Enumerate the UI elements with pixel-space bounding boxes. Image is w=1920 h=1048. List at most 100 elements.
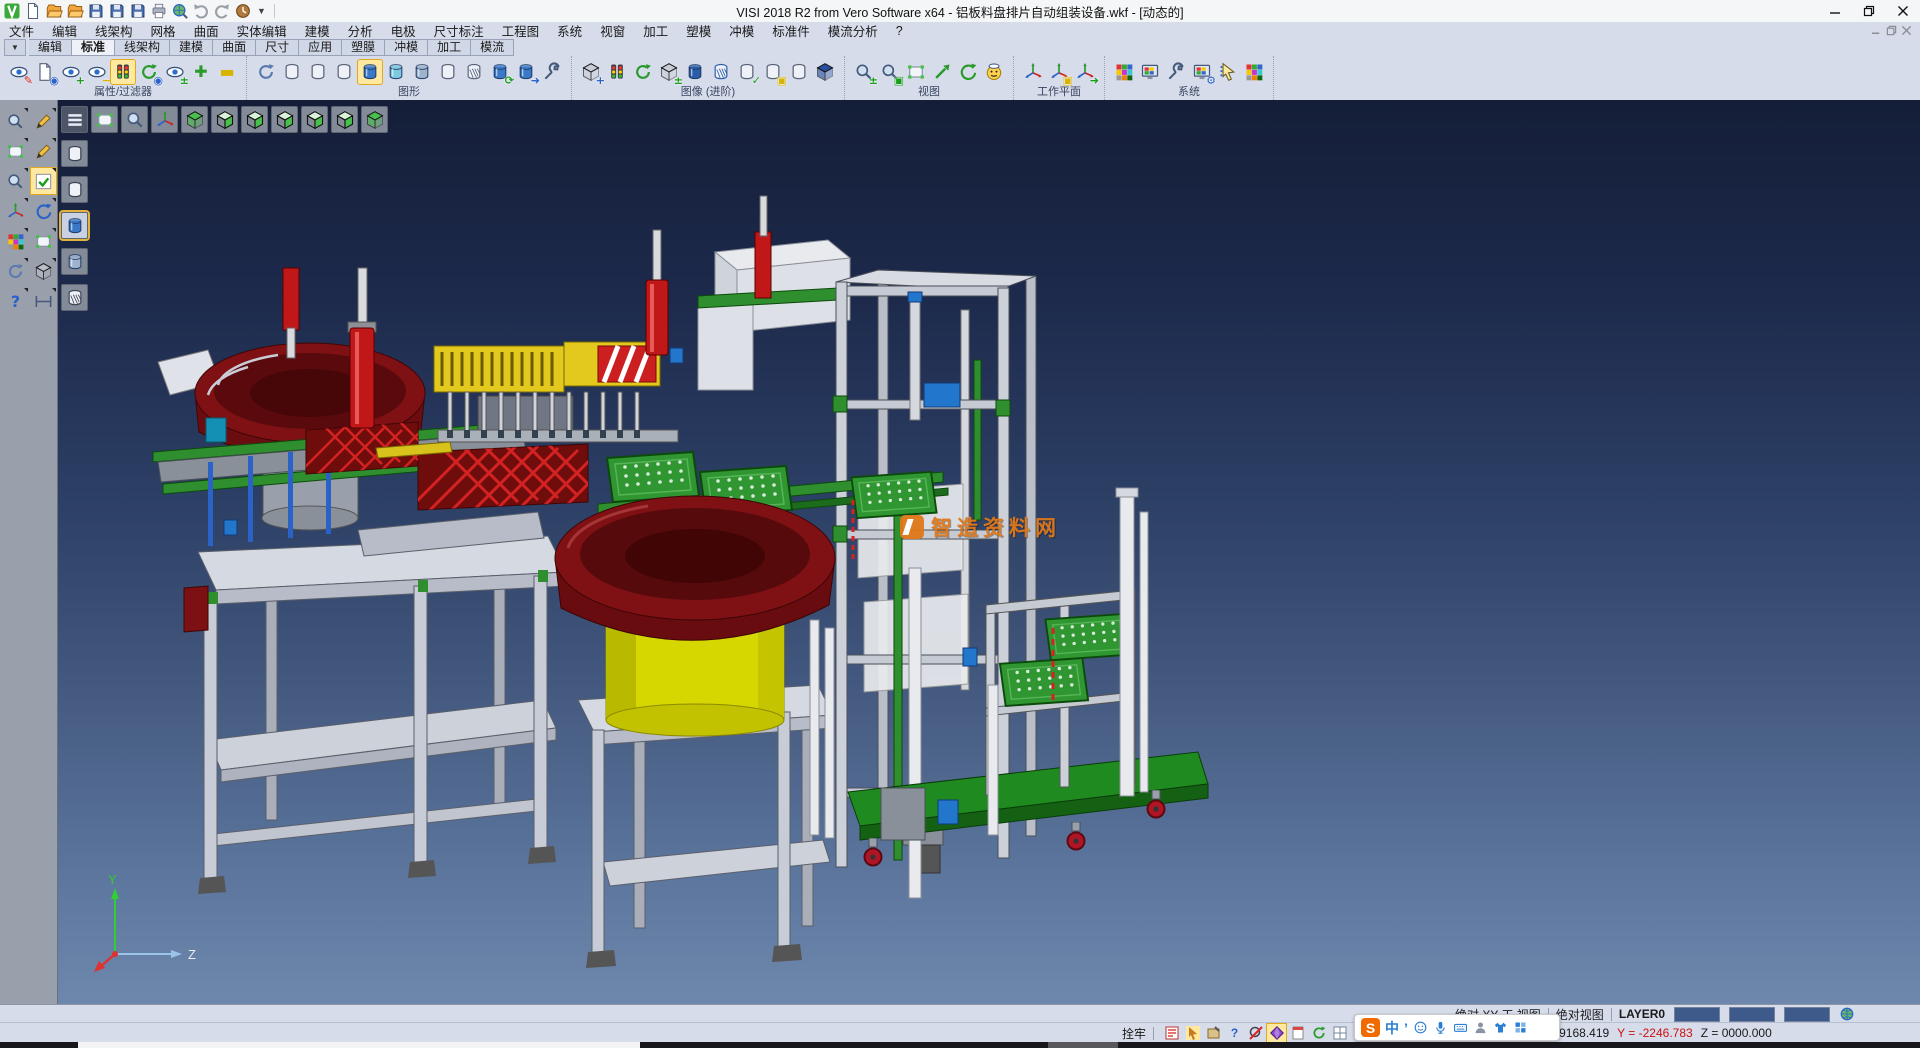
cplane-axes-icon[interactable] <box>3 198 28 224</box>
print-preview-icon[interactable] <box>171 2 189 20</box>
zoom-dynamic-icon[interactable]: ± <box>852 60 876 84</box>
solid-cube-icon[interactable] <box>813 60 837 84</box>
save-as-icon[interactable] <box>108 2 126 20</box>
solid-shaded-icon[interactable] <box>683 60 707 84</box>
regenerate-icon[interactable] <box>3 258 28 284</box>
menu-analysis[interactable]: 分析 <box>339 22 382 39</box>
solid-striped-icon[interactable] <box>709 60 733 84</box>
show-add-icon[interactable]: + <box>59 60 83 84</box>
shaded-cylinder-icon[interactable] <box>358 60 382 84</box>
gem-mode-icon[interactable] <box>1267 1024 1286 1042</box>
spline-tool-icon[interactable] <box>31 198 56 224</box>
tab-mould[interactable]: 塑膜 <box>342 39 385 56</box>
solid-verify-icon[interactable]: ✓ <box>735 60 759 84</box>
sogou-logo-icon[interactable]: S <box>1361 1018 1380 1037</box>
snap-lock-label[interactable]: 拴牢 <box>1122 1025 1146 1042</box>
no-snap-icon[interactable] <box>1246 1024 1265 1042</box>
settings-table-icon[interactable]: ⚙ <box>1190 60 1214 84</box>
menu-modeling[interactable]: 建模 <box>296 22 339 39</box>
render-wireframe-icon[interactable] <box>61 140 88 167</box>
pick-filter-icon[interactable] <box>1183 1024 1202 1042</box>
view-top-icon[interactable] <box>211 106 238 133</box>
tab-edit[interactable]: 编辑 <box>29 39 72 56</box>
ime-punctuation[interactable]: ’ <box>1404 1020 1408 1036</box>
menu-solid-edit[interactable]: 实体编辑 <box>228 22 296 39</box>
grid-status-icon[interactable] <box>1330 1024 1349 1042</box>
menu-standard-parts[interactable]: 标准件 <box>763 22 819 39</box>
dashed-hidden-cylinder-icon[interactable] <box>332 60 356 84</box>
help-status-icon[interactable]: ? <box>1225 1024 1244 1042</box>
cube-filter-icon[interactable] <box>605 60 629 84</box>
view-mode-label[interactable]: 绝对视图 <box>1556 1006 1604 1023</box>
menu-wireframe[interactable]: 线架构 <box>86 22 142 39</box>
rotate-view-icon[interactable] <box>956 60 980 84</box>
tab-machining[interactable]: 加工 <box>428 39 471 56</box>
layer-color-swatch[interactable] <box>1674 1007 1720 1022</box>
hidden-line-cylinder-icon[interactable] <box>306 60 330 84</box>
menu-drawing[interactable]: 工程图 <box>493 22 549 39</box>
toolbar-options-caret[interactable]: ▼ <box>255 6 268 16</box>
ime-layout-icon[interactable] <box>1513 1020 1528 1035</box>
view-back-icon[interactable] <box>331 106 358 133</box>
ime-chinese-mode[interactable]: 中 <box>1385 1018 1399 1038</box>
mdi-close-button[interactable] <box>1901 25 1912 36</box>
menu-edit[interactable]: 编辑 <box>43 22 86 39</box>
menu-mesh[interactable]: 网格 <box>142 22 185 39</box>
perspective-eye-icon[interactable] <box>982 60 1006 84</box>
display-settings-icon[interactable] <box>1138 60 1162 84</box>
refresh-status-icon[interactable] <box>1309 1024 1328 1042</box>
tab-overflow-button[interactable]: ▼ <box>4 39 26 56</box>
ime-emoji-icon[interactable] <box>1413 1020 1428 1035</box>
world-globe-icon[interactable] <box>1837 1005 1856 1023</box>
regen-cylinder-icon[interactable]: ⟳ <box>488 60 512 84</box>
view-front-icon[interactable] <box>241 106 268 133</box>
ime-keyboard-icon[interactable] <box>1453 1020 1468 1035</box>
hatched-cylinder-icon[interactable] <box>462 60 486 84</box>
viewport-3d[interactable]: 智造资料网 Y Z <box>58 100 1920 1004</box>
flat-cylinder-icon[interactable] <box>436 60 460 84</box>
undo-icon[interactable] <box>192 2 210 20</box>
view-bottom-icon[interactable] <box>361 106 388 133</box>
open-file-icon[interactable] <box>45 2 63 20</box>
active-layer-label[interactable]: LAYER0 <box>1619 1007 1665 1021</box>
color-palette-icon[interactable] <box>1112 60 1136 84</box>
menu-surface[interactable]: 曲面 <box>185 22 228 39</box>
new-file-icon[interactable] <box>24 2 42 20</box>
zoom-window-icon[interactable]: ▣ <box>878 60 902 84</box>
selection-hand-icon[interactable] <box>1216 60 1240 84</box>
view-left-icon[interactable] <box>301 106 328 133</box>
restore-button[interactable] <box>1852 0 1886 22</box>
cube-refresh-icon[interactable] <box>631 60 655 84</box>
menu-mould[interactable]: 塑模 <box>677 22 720 39</box>
menu-machining[interactable]: 加工 <box>634 22 677 39</box>
view-isometric-icon[interactable] <box>181 106 208 133</box>
edit-box-icon[interactable] <box>1204 1024 1223 1042</box>
export-icon[interactable] <box>129 2 147 20</box>
cube-add-icon[interactable]: + <box>579 60 603 84</box>
wireframe-cylinder-icon[interactable] <box>280 60 304 84</box>
toggle-visibility-icon[interactable]: ± <box>163 60 187 84</box>
workplane-align-icon[interactable]: ▣ <box>1047 60 1071 84</box>
ime-voice-icon[interactable] <box>1433 1020 1448 1035</box>
sketch-pencil-icon[interactable] <box>31 108 56 134</box>
mdi-restore-button[interactable] <box>1886 25 1897 36</box>
render-hidden-line-icon[interactable] <box>61 176 88 203</box>
grid-panel-icon[interactable] <box>1242 60 1266 84</box>
macro-history-icon[interactable] <box>234 2 252 20</box>
tab-standard[interactable]: 标准 <box>72 39 115 56</box>
menu-file[interactable]: 文件 <box>0 22 43 39</box>
solid-box-icon[interactable] <box>31 258 56 284</box>
render-shaded-icon[interactable] <box>61 212 88 239</box>
show-all-icon[interactable]: ✚ <box>189 60 213 84</box>
solid-reference-icon[interactable]: ▣ <box>761 60 785 84</box>
menu-electrode[interactable]: 电极 <box>382 22 425 39</box>
tab-surface[interactable]: 曲面 <box>213 39 256 56</box>
shaded-edges-cylinder-icon[interactable] <box>384 60 408 84</box>
viewport-menu-icon[interactable] <box>61 106 88 133</box>
attribute-brush-icon[interactable]: ✎ <box>7 60 31 84</box>
cube-toggle-icon[interactable]: ± <box>657 60 681 84</box>
help-query-icon[interactable]: ? <box>3 288 28 314</box>
tab-wireframe[interactable]: 线架构 <box>115 39 170 56</box>
hide-all-icon[interactable]: ▬ <box>215 60 239 84</box>
system-tools-icon[interactable] <box>1164 60 1188 84</box>
